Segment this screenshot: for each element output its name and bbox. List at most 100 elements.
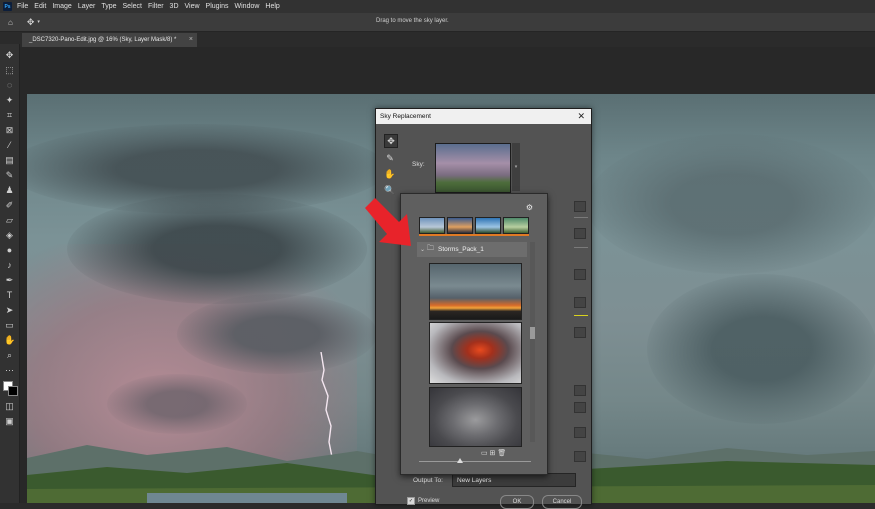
checkbox-icon: ✓ (407, 497, 415, 505)
shape-icon[interactable]: ▭ (4, 320, 15, 331)
zoom-icon[interactable]: 🔍 (384, 184, 396, 196)
preset-thumbnail[interactable] (503, 217, 529, 234)
output-to-select[interactable]: New Layers (452, 473, 576, 487)
home-icon[interactable]: ⌂ (8, 18, 13, 27)
photoshop-logo: Ps (3, 2, 12, 11)
setting-slider[interactable] (574, 247, 588, 248)
folder-name: Storms_Pack_1 (438, 246, 484, 253)
sky-dropdown-arrow[interactable]: ▾ (512, 143, 520, 191)
setting-slider[interactable] (574, 217, 588, 218)
document-tab-title: _DSC7320-Pano-Edit.jpg @ 16% (Sky, Layer… (29, 37, 177, 43)
paint-bucket-icon[interactable]: ◈ (4, 230, 15, 241)
menu-select[interactable]: Select (123, 3, 142, 10)
setting-field[interactable] (574, 297, 586, 308)
color-adjust-slider[interactable] (574, 315, 588, 316)
sky-preset-picker: ⚙ ⌄ 🗀 Storms_Pack_1 ▭ ⊞ 🗑 (400, 193, 548, 475)
more-tools-icon[interactable]: ⋯ (4, 365, 15, 376)
setting-field[interactable] (574, 385, 586, 396)
brush-icon[interactable]: ✎ (4, 170, 15, 181)
document-tab[interactable]: _DSC7320-Pano-Edit.jpg @ 16% (Sky, Layer… (22, 33, 197, 47)
cloud (177, 294, 377, 374)
menu-window[interactable]: Window (235, 3, 260, 10)
dialog-tools: ✥ ✎ ✋ 🔍 (384, 134, 398, 200)
selected-indicator (419, 234, 529, 236)
setting-field[interactable] (574, 402, 586, 413)
eyedropper-icon[interactable]: ⁄ (4, 140, 15, 151)
picker-scrollbar-thumb[interactable] (530, 327, 535, 339)
picker-scrollbar[interactable] (530, 242, 535, 442)
marquee-icon[interactable]: ⬚ (4, 65, 15, 76)
preset-thumbnail[interactable] (447, 217, 473, 234)
output-to-label: Output To: (413, 477, 443, 484)
document-tab-bar: _DSC7320-Pano-Edit.jpg @ 16% (Sky, Layer… (20, 32, 875, 47)
lasso-icon[interactable]: ◌ (4, 80, 15, 91)
setting-field[interactable] (574, 451, 586, 462)
preview-label: Preview (418, 498, 440, 504)
setting-field[interactable] (574, 269, 586, 280)
thumbnail-size-knob[interactable] (457, 458, 463, 463)
picker-footer-icons[interactable]: ▭ ⊞ 🗑 (481, 449, 506, 457)
storm-preset-thumbnail[interactable] (429, 387, 522, 447)
gear-icon[interactable]: ⚙ (526, 203, 533, 212)
setting-field[interactable] (574, 201, 586, 212)
preview-checkbox[interactable]: ✓ Preview (407, 497, 439, 505)
stamp-icon[interactable]: ♟ (4, 185, 15, 196)
thumbnail-size-slider[interactable] (419, 461, 531, 462)
chevron-down-icon[interactable]: ▾ (37, 19, 40, 25)
blur-icon[interactable]: ● (4, 245, 15, 256)
frame-icon[interactable]: ⊠ (4, 125, 15, 136)
menu-file[interactable]: File (17, 3, 28, 10)
close-tab-icon[interactable]: × (189, 36, 193, 43)
dialog-title: Sky Replacement (380, 113, 431, 120)
options-bar: ⌂ ✥ ▾ Drag to move the sky layer. (0, 13, 875, 32)
storm-preset-thumbnail[interactable] (429, 263, 522, 320)
menu-bar: Ps File Edit Image Layer Type Select Fil… (0, 0, 875, 13)
screen-mode-icon[interactable]: ▣ (4, 416, 15, 427)
cancel-button[interactable]: Cancel (542, 495, 582, 509)
zoom-icon[interactable]: ⌕ (4, 350, 15, 361)
hand-icon[interactable]: ✋ (384, 168, 396, 180)
preset-folder-row[interactable]: ⌄ 🗀 Storms_Pack_1 (417, 242, 527, 257)
setting-field[interactable] (574, 327, 586, 338)
move-icon[interactable]: ✥ (384, 134, 398, 148)
cloud (107, 374, 247, 434)
output-to-value: New Layers (457, 476, 492, 484)
menu-layer[interactable]: Layer (78, 3, 96, 10)
menu-view[interactable]: View (185, 3, 200, 10)
history-brush-icon[interactable]: ✐ (4, 200, 15, 211)
pen-icon[interactable]: ✒ (4, 275, 15, 286)
eraser-icon[interactable]: ▱ (4, 215, 15, 226)
annotation-arrow-icon (365, 198, 411, 246)
quick-mask-icon[interactable]: ◫ (4, 401, 15, 412)
menu-filter[interactable]: Filter (148, 3, 164, 10)
setting-field[interactable] (574, 228, 586, 239)
hand-icon[interactable]: ✋ (4, 335, 15, 346)
type-tool-icon[interactable]: T (4, 290, 15, 301)
background-color-swatch[interactable] (8, 386, 18, 396)
preset-thumbnail[interactable] (419, 217, 445, 234)
menu-help[interactable]: Help (265, 3, 279, 10)
sky-brush-icon[interactable]: ✎ (384, 152, 396, 164)
menu-plugins[interactable]: Plugins (206, 3, 229, 10)
crop-icon[interactable]: ⌗ (4, 110, 15, 121)
move-tool-icon[interactable]: ✥ (27, 17, 35, 28)
healing-brush-icon[interactable]: ▤ (4, 155, 15, 166)
move-icon[interactable]: ✥ (4, 50, 15, 61)
quick-select-icon[interactable]: ✦ (4, 95, 15, 106)
path-select-icon[interactable]: ➤ (4, 305, 15, 316)
storm-preset-thumbnail[interactable] (429, 322, 522, 384)
sky-label: Sky: (412, 161, 425, 168)
dialog-title-bar[interactable]: Sky Replacement ✕ (376, 109, 591, 124)
tools-panel: ✥ ⬚ ◌ ✦ ⌗ ⊠ ⁄ ▤ ✎ ♟ ✐ ▱ ◈ ● ♪ ✒ T ➤ ▭ ✋ … (0, 44, 20, 503)
preset-thumbnail[interactable] (475, 217, 501, 234)
menu-type[interactable]: Type (101, 3, 116, 10)
dodge-icon[interactable]: ♪ (4, 260, 15, 271)
close-icon[interactable]: ✕ (577, 111, 585, 122)
sky-thumbnail[interactable] (435, 143, 511, 193)
cloud (647, 274, 875, 424)
menu-edit[interactable]: Edit (34, 3, 46, 10)
menu-3d[interactable]: 3D (170, 3, 179, 10)
setting-field[interactable] (574, 427, 586, 438)
ok-button[interactable]: OK (500, 495, 534, 509)
menu-image[interactable]: Image (52, 3, 71, 10)
